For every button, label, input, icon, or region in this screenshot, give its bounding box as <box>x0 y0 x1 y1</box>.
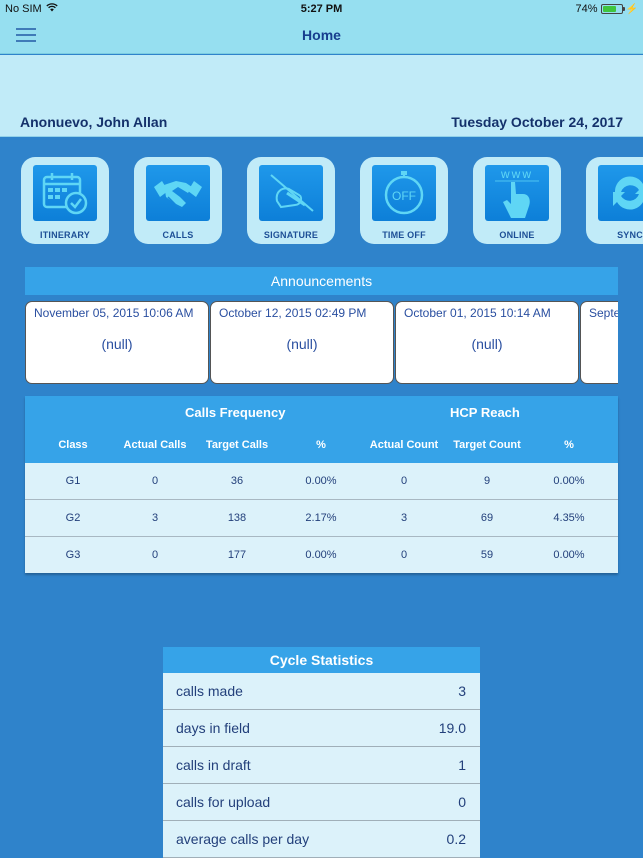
stat-label: calls for upload <box>176 794 271 810</box>
table-row: G2 3 138 2.17% 3 69 4.35% <box>25 500 618 537</box>
table-row: G1 0 36 0.00% 0 9 0.00% <box>25 463 618 500</box>
cell-reach-percent: 4.35% <box>553 512 585 524</box>
column-header: Class <box>58 439 88 451</box>
stat-row: days in field 19.0 <box>163 710 480 747</box>
column-header: % <box>316 439 326 451</box>
table-row: G3 0 177 0.00% 0 59 0.00% <box>25 537 618 574</box>
column-header: Target Calls <box>205 439 269 451</box>
group-title-hcp-reach: HCP Reach <box>450 405 520 420</box>
stat-value: 19.0 <box>438 720 466 736</box>
cell-class: G2 <box>65 512 81 524</box>
announcement-card[interactable]: October 01, 2015 10:14 AM (null) <box>395 301 579 384</box>
tile-itinerary[interactable]: ITINERARY <box>21 157 109 244</box>
tile-time-off[interactable]: OFF TIME OFF <box>360 157 448 244</box>
group-title-calls-frequency: Calls Frequency <box>185 405 286 420</box>
calls-frequency-table: Calls Frequency HCP Reach Class Actual C… <box>25 396 618 573</box>
stat-row: calls in draft 1 <box>163 747 480 784</box>
column-header: Actual Count <box>369 439 439 451</box>
stat-row: average calls per day 0.2 <box>163 821 480 858</box>
cell-calls-percent: 0.00% <box>305 549 337 561</box>
cell-target-count: 69 <box>480 512 494 524</box>
cell-calls-percent: 0.00% <box>305 475 337 487</box>
cell-target-count: 9 <box>483 475 491 487</box>
www-text: www <box>500 167 533 181</box>
tile-calls[interactable]: CALLS <box>134 157 222 244</box>
clock: 5:27 PM <box>300 3 343 15</box>
battery-percent: 74% <box>575 3 598 15</box>
stat-label: calls made <box>176 683 243 699</box>
table-header: Calls Frequency HCP Reach Class Actual C… <box>25 396 618 463</box>
announcement-card[interactable]: November 05, 2015 10:06 AM (null) <box>25 301 209 384</box>
cell-actual-count: 3 <box>400 512 408 524</box>
status-bar: No SIM 5:27 PM 74% ⚡ <box>0 0 643 18</box>
stat-label: average calls per day <box>176 831 310 847</box>
stat-value: 3 <box>458 683 466 699</box>
announcement-date: October 12, 2015 02:49 PM <box>219 306 367 320</box>
tile-label: CALLS <box>162 230 194 240</box>
cell-target-calls: 138 <box>227 512 247 524</box>
current-date: Tuesday October 24, 2017 <box>451 114 623 130</box>
tile-label: SYNC <box>617 230 643 240</box>
cell-calls-percent: 2.17% <box>305 512 337 524</box>
announcement-date: October 01, 2015 10:14 AM <box>404 306 551 320</box>
stat-label: days in field <box>176 720 250 736</box>
cell-actual-count: 0 <box>400 475 408 487</box>
cell-class: G1 <box>65 475 81 487</box>
calendar-check-icon <box>33 165 97 221</box>
page-title: Home <box>302 27 341 43</box>
announcement-card[interactable]: Septe <box>580 301 618 384</box>
tile-label: ITINERARY <box>40 230 90 240</box>
announcement-date: Septe <box>589 306 618 320</box>
stat-value: 1 <box>458 757 466 773</box>
cell-target-calls: 177 <box>227 549 247 561</box>
battery-icon <box>600 4 625 14</box>
column-header: Target Count <box>453 439 521 451</box>
tile-signature[interactable]: SIGNATURE <box>247 157 335 244</box>
sync-icon <box>598 165 643 221</box>
announcement-date: November 05, 2015 10:06 AM <box>34 306 194 320</box>
cell-target-count: 59 <box>480 549 494 561</box>
announcement-body: (null) <box>286 336 318 352</box>
navigation-bar: Home <box>0 18 643 54</box>
announcement-body: (null) <box>101 336 133 352</box>
column-header: Actual Calls <box>123 439 187 451</box>
announcements-carousel[interactable]: November 05, 2015 10:06 AM (null) Octobe… <box>25 301 618 385</box>
user-info-bar: Anonuevo, John Allan Tuesday October 24,… <box>0 55 643 137</box>
www-hand-icon: www <box>485 165 549 221</box>
stat-value: 0 <box>458 794 466 810</box>
stat-value: 0.2 <box>446 831 466 847</box>
battery-fill <box>602 6 616 12</box>
cell-class: G3 <box>65 549 81 561</box>
stat-row: calls for upload 0 <box>163 784 480 821</box>
announcement-body: (null) <box>471 336 503 352</box>
cell-actual-count: 0 <box>400 549 408 561</box>
stopwatch-off-icon: OFF <box>372 165 436 221</box>
tile-label: ONLINE <box>499 230 535 240</box>
tile-label: TIME OFF <box>382 230 426 240</box>
stopwatch-text: OFF <box>392 189 416 203</box>
announcements-header: Announcements <box>25 267 618 295</box>
cell-actual-calls: 0 <box>151 475 159 487</box>
announcement-card[interactable]: October 12, 2015 02:49 PM (null) <box>210 301 394 384</box>
cell-actual-calls: 0 <box>151 549 159 561</box>
stat-label: calls in draft <box>176 757 251 773</box>
module-tiles: ITINERARY CALLS SIGNATURE OFF TIME OFF w… <box>21 157 643 244</box>
tile-online[interactable]: www ONLINE <box>473 157 561 244</box>
handshake-icon <box>146 165 210 221</box>
signature-icon <box>259 165 323 221</box>
cell-reach-percent: 0.00% <box>553 475 585 487</box>
charging-icon: ⚡ <box>625 3 638 15</box>
cell-actual-calls: 3 <box>151 512 159 524</box>
cell-reach-percent: 0.00% <box>553 549 585 561</box>
stat-row: calls made 3 <box>163 673 480 710</box>
user-name: Anonuevo, John Allan <box>20 114 168 130</box>
column-header: % <box>564 439 574 451</box>
tile-sync[interactable]: SYNC <box>586 157 643 244</box>
cycle-statistics-panel: Cycle Statistics calls made 3 days in fi… <box>163 647 480 858</box>
cell-target-calls: 36 <box>230 475 244 487</box>
cycle-statistics-title: Cycle Statistics <box>163 647 480 673</box>
tile-label: SIGNATURE <box>263 230 319 240</box>
